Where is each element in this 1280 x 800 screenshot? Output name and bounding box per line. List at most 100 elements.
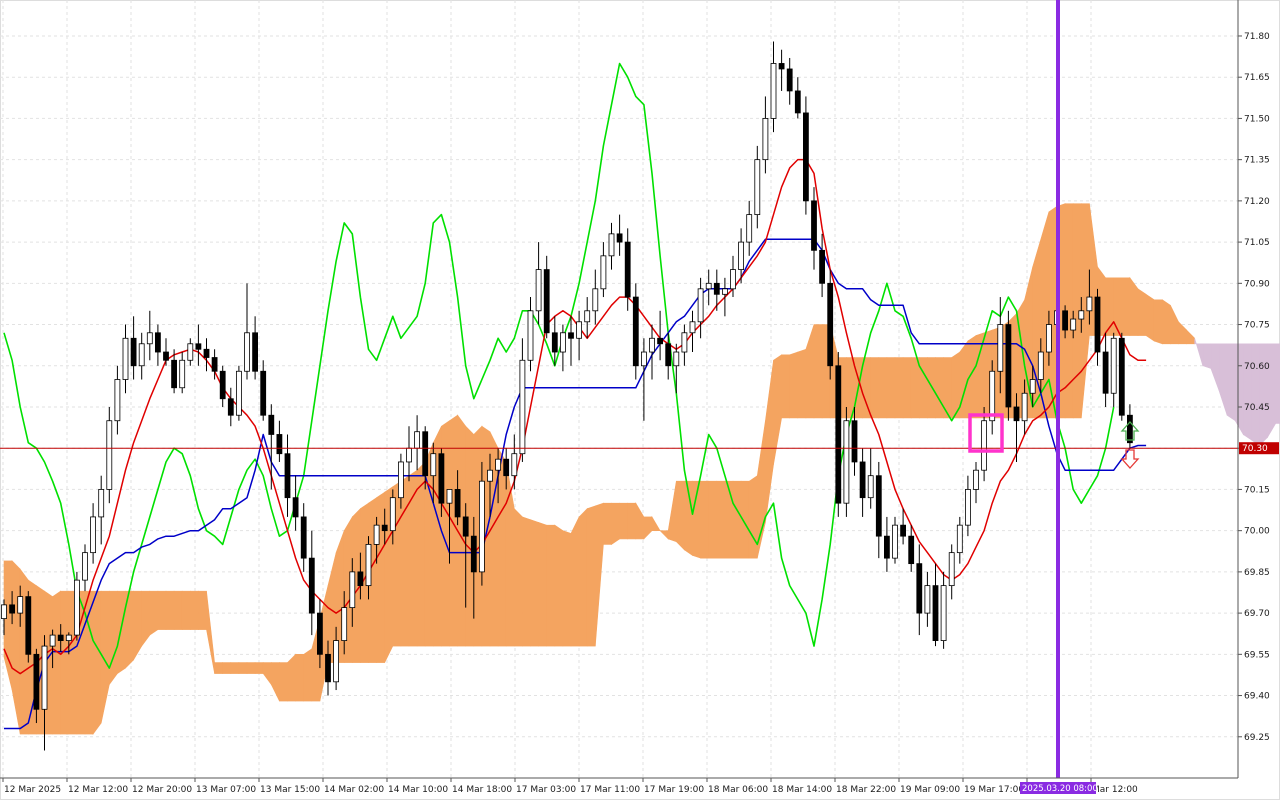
candle-down xyxy=(1127,414,1133,444)
candle-up xyxy=(1,604,7,620)
candle-down xyxy=(325,653,331,683)
cloud-bear-segment xyxy=(1234,343,1244,436)
candle-down xyxy=(778,63,785,70)
x-tick-label: Mar 12:00 xyxy=(1092,785,1138,795)
cloud-bull-segment xyxy=(416,461,426,647)
cloud-bull-segment xyxy=(1113,277,1123,336)
y-tick-label: 71.80 xyxy=(1244,32,1270,42)
candle-down xyxy=(851,420,858,463)
candle-down xyxy=(163,351,169,361)
price-chart[interactable]: 71.80 71.65 71.50 71.35 71.20 71.05 70.90 70.75… xyxy=(0,0,1280,800)
cloud-bull-segment xyxy=(748,475,758,559)
y-tick-label: 70.60 xyxy=(1244,362,1270,372)
candle-down xyxy=(616,233,623,243)
candle-down xyxy=(130,337,137,367)
y-tick-label: 71.35 xyxy=(1244,156,1270,166)
x-tick-label: 14 Mar 18:00 xyxy=(452,785,512,795)
candle-down xyxy=(33,653,40,710)
cloud-bull-segment xyxy=(870,357,880,419)
x-tick-label: 19 Mar 09:00 xyxy=(900,785,960,795)
candle-down xyxy=(624,241,631,298)
y-tick-label: 69.25 xyxy=(1244,733,1270,743)
candle-up xyxy=(924,585,931,614)
candle-up xyxy=(122,337,129,380)
x-tick-label: 18 Mar 22:00 xyxy=(836,785,896,795)
x-tick-label: 12 Mar 2025 xyxy=(4,785,61,795)
cloud-bull-segment xyxy=(619,502,629,540)
candle-down xyxy=(827,282,834,367)
candle-down xyxy=(300,516,307,559)
candle-down xyxy=(932,585,939,641)
cloud-bull-segment xyxy=(238,662,248,674)
cloud-bull-segment xyxy=(813,324,823,419)
candle-down xyxy=(211,357,218,372)
y-tick-label: 69.70 xyxy=(1244,609,1270,619)
candle-up xyxy=(495,458,502,471)
candle-up xyxy=(406,447,412,463)
cloud-bull-segment xyxy=(181,590,191,630)
y-tick-label: 71.20 xyxy=(1244,197,1270,207)
candle-down xyxy=(462,516,469,537)
candle-up xyxy=(519,359,526,455)
candle-down xyxy=(454,489,461,518)
candle-up xyxy=(738,241,744,270)
cloud-bull-segment xyxy=(214,662,223,674)
candle-down xyxy=(657,337,663,345)
candle-up xyxy=(365,544,372,587)
cloud-bull-segment xyxy=(1121,277,1131,336)
cloud-bull-segment xyxy=(230,662,240,674)
cloud-bull-segment xyxy=(700,480,710,559)
candle-down xyxy=(875,475,882,537)
cloud-bull-segment xyxy=(254,662,264,674)
candle-down xyxy=(551,332,558,353)
cloud-bull-segment xyxy=(894,357,904,419)
cloud-bull-segment xyxy=(789,351,799,419)
cloud-bull-segment xyxy=(530,519,539,647)
candle-down xyxy=(908,535,915,565)
candle-down xyxy=(859,461,866,499)
candle-down xyxy=(357,571,364,587)
cloud-bull-segment xyxy=(554,524,564,647)
cloud-bull-segment xyxy=(173,590,183,630)
candle-down xyxy=(665,343,672,367)
candle-down xyxy=(284,453,291,499)
y-tick-label: 71.05 xyxy=(1244,238,1270,248)
cloud-bull-segment xyxy=(562,530,572,647)
candle-down xyxy=(268,414,275,435)
candle-up xyxy=(997,324,1004,372)
cloud-bull-segment xyxy=(935,357,944,419)
candle-up xyxy=(82,552,88,581)
candle-up xyxy=(65,634,72,641)
candle-down xyxy=(900,524,906,537)
cloud-bull-segment xyxy=(586,505,596,647)
x-tick-label: 19 Mar 17:00 xyxy=(964,785,1024,795)
candle-up xyxy=(341,607,348,641)
cloud-bull-segment xyxy=(246,662,256,674)
y-tick-label: 69.85 xyxy=(1244,568,1270,578)
candle-down xyxy=(422,431,429,477)
cloud-bear-segment xyxy=(1243,343,1252,441)
candle-up xyxy=(948,552,955,587)
cloud-bull-segment xyxy=(513,507,523,647)
candle-up xyxy=(843,420,850,504)
candle-down xyxy=(171,359,178,389)
cloud-bull-segment xyxy=(732,480,742,559)
candle-up xyxy=(430,453,437,477)
cloud-bull-segment xyxy=(675,480,685,551)
cloud-bull-segment xyxy=(295,654,305,702)
candle-down xyxy=(438,453,445,504)
candle-down xyxy=(916,563,923,614)
cloud-bull-segment xyxy=(578,507,588,647)
candle-down xyxy=(470,535,477,573)
candle-up xyxy=(584,310,591,323)
candle-down xyxy=(203,348,210,358)
candle-up xyxy=(17,596,24,614)
candle-down xyxy=(1062,310,1068,331)
candle-down xyxy=(316,612,323,655)
candle-up xyxy=(235,370,242,416)
cloud-bear-segment xyxy=(1202,343,1212,369)
candle-up xyxy=(527,310,534,361)
candle-up xyxy=(74,579,80,636)
candle-down xyxy=(227,398,234,416)
chart-background xyxy=(0,0,1280,800)
